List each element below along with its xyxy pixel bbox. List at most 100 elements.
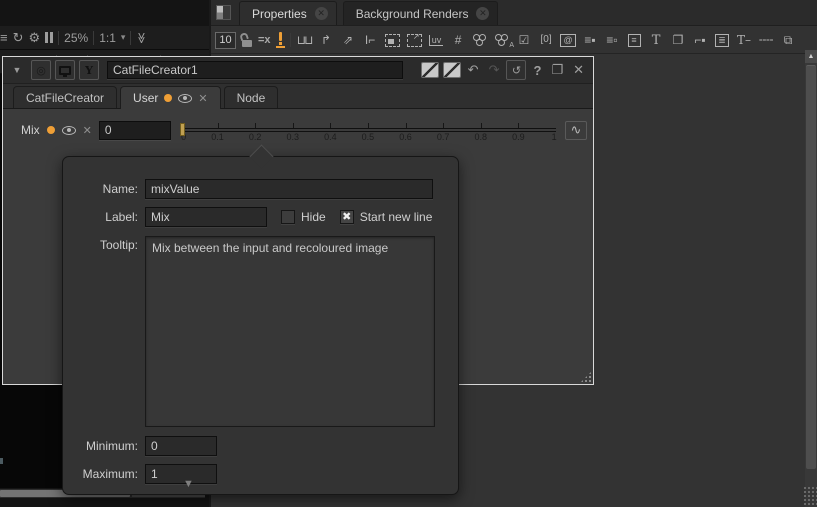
- tab-node[interactable]: Node: [224, 86, 279, 108]
- scrollbar-thumb[interactable]: [806, 65, 816, 469]
- minimum-field[interactable]: [145, 436, 217, 456]
- file-knob-icon[interactable]: ❐: [670, 31, 687, 49]
- tab-label: Node: [237, 91, 266, 105]
- scroll-up-button[interactable]: ▲: [805, 50, 817, 63]
- slider-handle[interactable]: [180, 123, 185, 136]
- name-field[interactable]: [145, 179, 433, 199]
- node-link-knob-icon[interactable]: ⧉: [780, 31, 797, 49]
- node-name-input[interactable]: [107, 61, 403, 79]
- label-label: Label:: [63, 210, 145, 224]
- max-panels-input[interactable]: [215, 32, 236, 49]
- float-panel-button[interactable]: ❐: [548, 62, 566, 78]
- tab-label: User: [133, 91, 158, 105]
- maximum-label: Maximum:: [63, 467, 145, 481]
- modified-dot-icon: [164, 94, 172, 102]
- start-new-line-checkbox[interactable]: ✖: [340, 210, 354, 224]
- wh-knob-icon[interactable]: I⌐: [362, 31, 379, 49]
- pause-icon[interactable]: [45, 32, 53, 43]
- array-knob-icon[interactable]: [0]: [538, 31, 555, 49]
- panel-header: ▼ ◎ Y ↶ ↷ ↺ ? ❐ ✕: [3, 57, 593, 84]
- slider-tick-label: 0.7: [437, 132, 450, 142]
- gear-icon[interactable]: ⚙: [29, 31, 41, 44]
- remove-knob-icon[interactable]: ✕: [83, 124, 92, 137]
- tab-knob-icon[interactable]: ⌐▪: [692, 31, 709, 49]
- monitor-button[interactable]: [55, 60, 75, 80]
- close-icon[interactable]: ✕: [315, 7, 328, 20]
- tab-label: Properties: [252, 7, 307, 21]
- slider-tick: [443, 123, 444, 128]
- indicator-icon[interactable]: [276, 32, 285, 48]
- redo-button[interactable]: ↷: [486, 62, 503, 78]
- slider-tick: [255, 123, 256, 128]
- eye-icon[interactable]: [62, 126, 76, 135]
- mix-slider[interactable]: 0 0.1 0.2 0.3 0.4 0.5 0.6 0.7 0.8 0.9 1: [180, 119, 556, 141]
- integer-knob-icon[interactable]: #: [450, 31, 467, 49]
- help-button[interactable]: ?: [530, 63, 544, 78]
- enumeration-knob-icon[interactable]: ≡▫: [604, 31, 621, 49]
- maximum-field[interactable]: [145, 464, 217, 484]
- rgb-color-knob-icon[interactable]: [472, 31, 489, 49]
- tab-properties[interactable]: Properties ✕: [239, 1, 337, 25]
- slider-tick: [406, 123, 407, 128]
- remove-tab-icon[interactable]: ✕: [198, 92, 207, 105]
- panel-resize-grip[interactable]: [580, 371, 592, 383]
- pane-layout-icon[interactable]: [216, 5, 231, 20]
- weblink-knob-icon[interactable]: @: [560, 31, 577, 49]
- close-icon[interactable]: ✕: [476, 7, 489, 20]
- label-field[interactable]: [145, 207, 267, 227]
- bbox-knob-icon[interactable]: [384, 31, 401, 49]
- static-label-knob-icon[interactable]: T–: [736, 31, 753, 49]
- pane-tabbar: Properties ✕ Background Renders ✕: [211, 0, 817, 26]
- format-knob-icon[interactable]: ↗: [406, 31, 423, 49]
- slider-tick-label: 0.2: [249, 132, 262, 142]
- center-node-button[interactable]: ◎: [31, 60, 51, 80]
- tab-background-renders[interactable]: Background Renders ✕: [343, 1, 499, 25]
- float-slider-knob-icon[interactable]: ⊔⊔: [296, 31, 313, 49]
- refresh-icon[interactable]: ↻: [13, 31, 24, 44]
- tab-label: Background Renders: [356, 7, 469, 21]
- multiline-text-knob-icon[interactable]: ≡: [626, 31, 643, 49]
- slider-tick: [330, 123, 331, 128]
- viewer-edge-widget: [0, 458, 3, 464]
- animation-curve-button[interactable]: ∿: [565, 121, 587, 140]
- xyz-position-knob-icon[interactable]: ⇗: [340, 31, 357, 49]
- toolbar-divider: [290, 33, 291, 47]
- divider-knob-icon[interactable]: ╌╌: [758, 31, 775, 49]
- collapse-chevrons-icon[interactable]: ≫: [135, 32, 148, 43]
- uv-knob-icon[interactable]: uv: [428, 31, 445, 49]
- menu-knob-icon[interactable]: ≣: [714, 31, 731, 49]
- expression-icon[interactable]: =x: [258, 34, 271, 46]
- slider-tick-label: 1: [552, 132, 557, 142]
- mix-value-input[interactable]: [99, 121, 171, 140]
- checkbox-knob-icon[interactable]: ☑: [516, 31, 533, 49]
- window-resize-grip[interactable]: [803, 486, 817, 507]
- pulldown-knob-icon[interactable]: ≡▪: [582, 31, 599, 49]
- eye-icon[interactable]: [178, 94, 192, 103]
- collapse-panel-button[interactable]: ▼: [7, 60, 27, 80]
- node-color-swatch-button[interactable]: [421, 62, 439, 78]
- text-input-knob-icon[interactable]: T: [648, 31, 665, 49]
- close-panel-button[interactable]: ✕: [570, 62, 587, 78]
- hide-checkbox[interactable]: [281, 210, 295, 224]
- hide-label: Hide: [301, 210, 326, 224]
- lock-icon[interactable]: [241, 33, 253, 47]
- slider-tick-label: 0.6: [399, 132, 412, 142]
- rgba-color-knob-icon[interactable]: A: [494, 31, 511, 49]
- gl-color-swatch-button[interactable]: [443, 62, 461, 78]
- zoom-level-value[interactable]: 25%: [64, 31, 88, 45]
- revert-button[interactable]: ↺: [506, 60, 526, 80]
- settings-wrench-button[interactable]: Y: [79, 60, 99, 80]
- stack-icon[interactable]: ≡: [0, 31, 8, 44]
- xy-position-knob-icon[interactable]: ↱: [318, 31, 335, 49]
- scroll-more-icon[interactable]: ▼: [183, 478, 194, 490]
- chevron-down-icon[interactable]: ▾: [121, 32, 126, 43]
- slider-tick-label: 0.9: [512, 132, 525, 142]
- tab-user[interactable]: User ✕: [120, 86, 221, 109]
- undo-button[interactable]: ↶: [465, 62, 482, 78]
- slider-tick: [218, 123, 219, 128]
- aspect-ratio-value[interactable]: 1:1: [99, 31, 116, 45]
- tab-catfilecreator[interactable]: CatFileCreator: [13, 86, 117, 108]
- slider-tick: [293, 123, 294, 128]
- tooltip-field[interactable]: Mix between the input and recoloured ima…: [145, 236, 435, 427]
- toolbar-divider: [58, 31, 59, 45]
